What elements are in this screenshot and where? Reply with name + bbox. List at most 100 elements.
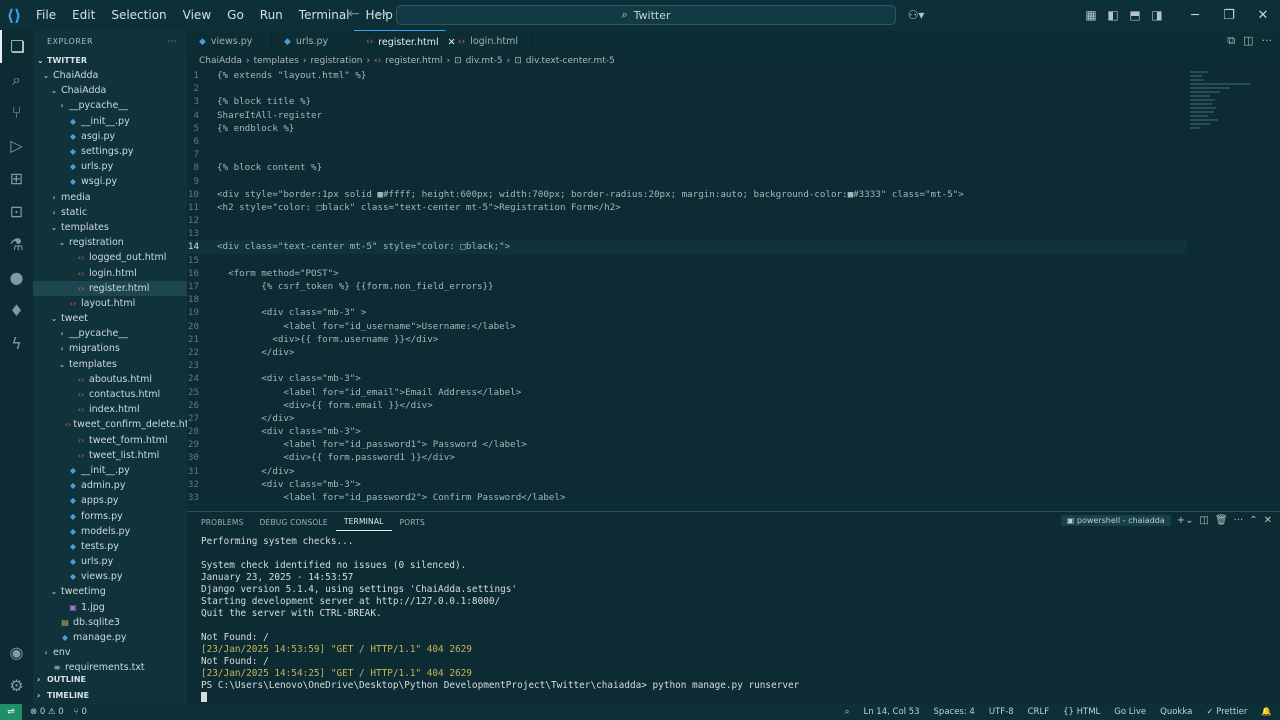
quokka-status[interactable]: Quokka <box>1160 707 1192 717</box>
code-line[interactable]: 31 </div> <box>187 465 1187 478</box>
more-actions-icon[interactable]: ··· <box>1262 34 1273 48</box>
command-center-search[interactable]: ⌕ Twitter <box>396 5 896 25</box>
back-arrow-icon[interactable]: ← <box>348 6 360 22</box>
prettier-status[interactable]: ✓ Prettier <box>1206 707 1247 717</box>
code-line[interactable]: 29 <label for="id_password1"> Password <… <box>187 438 1187 451</box>
minimize-icon[interactable]: ─ <box>1178 8 1212 23</box>
tree-file[interactable]: ◆ tests.py <box>33 539 187 554</box>
search-icon[interactable]: ⌕ <box>0 63 33 96</box>
tab-login-html[interactable]: ‹› login.html <box>446 30 532 53</box>
copilot-icon[interactable]: ⚇▾ <box>902 8 930 22</box>
code-line[interactable]: 8 {% block content %} <box>187 161 1187 174</box>
account-icon[interactable]: ◉ <box>0 636 33 669</box>
tree-file[interactable]: ▤ db.sqlite3 <box>33 615 187 630</box>
code-line[interactable]: 14 <div class="text-center mt-5" style="c… <box>187 240 1187 254</box>
maximize-panel-icon[interactable]: ⌃ <box>1249 515 1257 526</box>
extensions-icon[interactable]: ⊞ <box>0 162 33 195</box>
explorer-icon[interactable]: ❏ <box>0 30 33 63</box>
tree-file[interactable]: ◆ asgi.py <box>33 129 187 144</box>
code-line[interactable]: 26 <div>{{ form.email }}</div> <box>187 399 1187 412</box>
minimap[interactable] <box>1190 69 1265 509</box>
tree-file[interactable]: ◆ models.py <box>33 524 187 539</box>
tree-folder[interactable]: ⌄ ChaiAdda <box>33 68 187 83</box>
tree-folder[interactable]: ⌄ tweet <box>33 311 187 326</box>
remote-indicator-icon[interactable]: ⇌ <box>0 704 22 720</box>
tree-folder[interactable]: › env <box>33 645 187 660</box>
code-line[interactable]: 2 <box>187 82 1187 95</box>
tree-folder[interactable]: ⌄ registration <box>33 235 187 250</box>
breadcrumb-item[interactable]: div.text-center.mt-5 <box>526 56 615 66</box>
tab-views-py[interactable]: ◆ views.py <box>187 30 272 53</box>
tree-folder[interactable]: ⌄ templates <box>33 357 187 372</box>
tree-file[interactable]: ◆ apps.py <box>33 493 187 508</box>
tree-file[interactable]: ◆ manage.py <box>33 630 187 645</box>
tree-file[interactable]: ‹› layout.html <box>33 296 187 311</box>
new-terminal-icon[interactable]: +⌄ <box>1177 515 1194 526</box>
outline-section[interactable]: › OUTLINE <box>33 671 187 687</box>
tree-folder[interactable]: › __pycache__ <box>33 326 187 341</box>
breadcrumb-item[interactable]: ChaiAdda <box>199 56 242 66</box>
menu-run[interactable]: Run <box>252 0 291 30</box>
more-actions-icon[interactable]: ··· <box>1234 515 1244 526</box>
tree-folder[interactable]: ⌄ tweetimg <box>33 584 187 599</box>
code-line[interactable]: 19 <div class="mb-3" > <box>187 306 1187 319</box>
code-line[interactable]: 1 {% extends "layout.html" %} <box>187 69 1187 82</box>
zoom-icon[interactable]: ⌕ <box>845 707 850 717</box>
tab-ports[interactable]: PORTS <box>392 518 433 527</box>
source-control-icon[interactable]: ⑂ <box>0 96 33 129</box>
menu-edit[interactable]: Edit <box>64 0 103 30</box>
breadcrumb-item[interactable]: registration <box>311 56 363 66</box>
tree-file[interactable]: ◆ wsgi.py <box>33 174 187 189</box>
tree-folder[interactable]: ⌄ templates <box>33 220 187 235</box>
code-line[interactable]: 27 </div> <box>187 412 1187 425</box>
terminal-selector[interactable]: ▣ powershell - chaiadda <box>1060 515 1171 526</box>
code-editor[interactable]: 1 {% extends "layout.html" %} 2 3 {% block t… <box>187 69 1187 509</box>
testing-icon[interactable]: ⚗ <box>0 228 33 261</box>
code-line[interactable]: 15 <box>187 254 1187 267</box>
code-line[interactable]: 30 <div>{{ form.password1 }}</div> <box>187 451 1187 464</box>
language-mode[interactable]: {} HTML <box>1063 707 1100 717</box>
tree-folder[interactable]: › __pycache__ <box>33 98 187 113</box>
tab-debug-console[interactable]: DEBUG CONSOLE <box>252 518 336 527</box>
timeline-section[interactable]: › TIMELINE <box>33 687 187 703</box>
tree-folder[interactable]: › media <box>33 190 187 205</box>
menu-selection[interactable]: Selection <box>103 0 174 30</box>
code-line[interactable]: 12 <box>187 214 1187 227</box>
breadcrumb-item[interactable]: register.html <box>385 56 442 66</box>
terminal-output[interactable]: Performing system checks... System check … <box>201 536 1261 704</box>
code-line[interactable]: 10 <div style="border:1px solid ■#ffff; h… <box>187 188 1187 201</box>
tree-file[interactable]: ‹› tweet_form.html <box>33 433 187 448</box>
thunder-client-icon[interactable]: ϟ <box>0 327 33 360</box>
tree-file[interactable]: ◆ __init__.py <box>33 114 187 129</box>
split-editor-icon[interactable]: ◫ <box>1243 34 1253 48</box>
code-line[interactable]: 32 <div class="mb-3"> <box>187 478 1187 491</box>
restore-icon[interactable]: ❐ <box>1212 8 1246 23</box>
tree-folder[interactable]: ⌄ ChaiAdda <box>33 83 187 98</box>
tree-file[interactable]: ▣ 1.jpg <box>33 600 187 615</box>
tree-file[interactable]: ◆ urls.py <box>33 554 187 569</box>
indentation-status[interactable]: Spaces: 4 <box>934 707 975 717</box>
tree-folder[interactable]: › migrations <box>33 341 187 356</box>
code-line[interactable]: 13 <box>187 227 1187 240</box>
menu-view[interactable]: View <box>175 0 219 30</box>
toggle-panel-icon[interactable]: ⬒ <box>1124 8 1146 22</box>
tree-file[interactable]: ‹›tweet_confirm_delete.html <box>33 417 187 432</box>
code-line[interactable]: 21 <div>{{ form.username }}</div> <box>187 333 1187 346</box>
code-line[interactable]: 22 </div> <box>187 346 1187 359</box>
code-line[interactable]: 4 ShareItAll-register <box>187 109 1187 122</box>
tab-terminal[interactable]: TERMINAL <box>335 514 392 531</box>
tree-file[interactable]: ◆ views.py <box>33 569 187 584</box>
toggle-sidebar-icon[interactable]: ◧ <box>1102 8 1124 22</box>
mongodb-leaf-icon[interactable]: ♦ <box>0 294 33 327</box>
forward-arrow-icon[interactable]: → <box>376 6 388 22</box>
code-line[interactable]: 25 <label for="id_email">Email Address</… <box>187 386 1187 399</box>
github-icon[interactable]: ● <box>0 261 33 294</box>
code-line[interactable]: 5 {% endblock %} <box>187 122 1187 135</box>
code-line[interactable]: 3 {% block title %} <box>187 95 1187 108</box>
tree-file[interactable]: ‹› index.html <box>33 402 187 417</box>
code-line[interactable]: 16 <form method="POST"> <box>187 267 1187 280</box>
breadcrumb-item[interactable]: div.mt-5 <box>466 56 503 66</box>
kill-terminal-icon[interactable]: 🗑 <box>1215 515 1228 526</box>
remote-explorer-icon[interactable]: ⊡ <box>0 195 33 228</box>
tree-file[interactable]: ‹› register.html <box>33 280 187 296</box>
